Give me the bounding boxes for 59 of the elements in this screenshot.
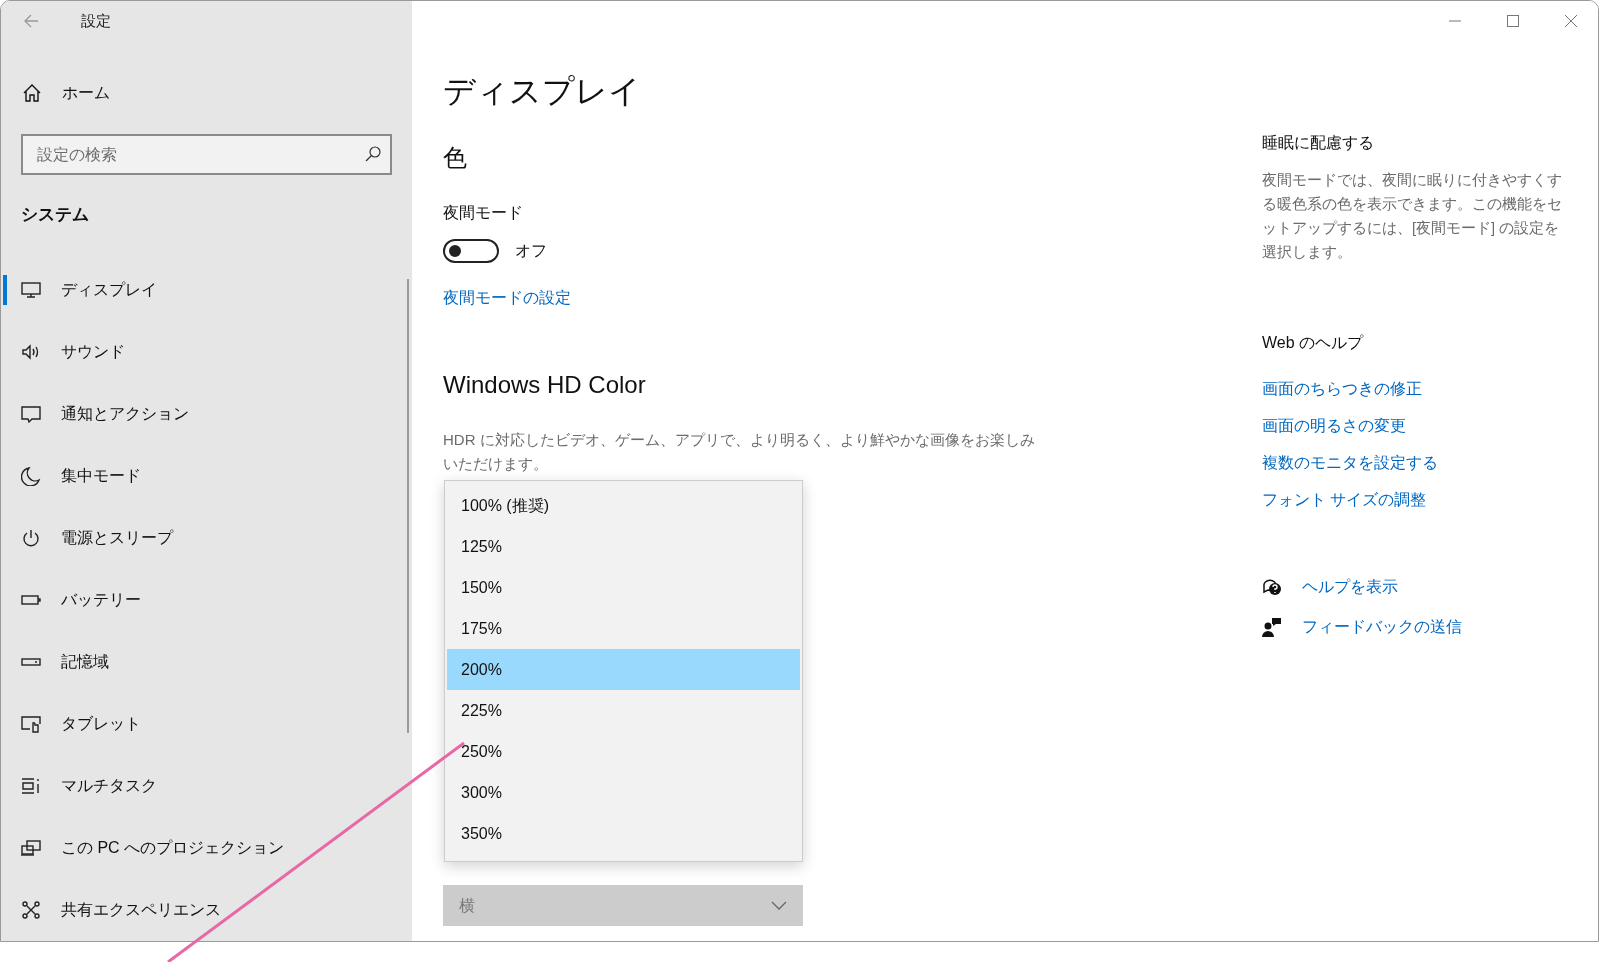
search-field[interactable]: 設定の検索 xyxy=(21,134,392,175)
page-title: ディスプレイ xyxy=(443,72,642,111)
multitask-icon xyxy=(21,776,41,796)
home-link[interactable]: ホーム xyxy=(62,81,110,105)
toggle-label: 夜間モード xyxy=(443,203,524,223)
sidebar-item[interactable]: 共有エクスペリエンス xyxy=(1,879,412,941)
tablet-touch-icon xyxy=(21,714,41,734)
help-link[interactable]: 画面の明るさの変更 xyxy=(1262,417,1406,434)
sidebar-item[interactable]: マルチタスク xyxy=(1,755,412,817)
night-mode-link[interactable]: 夜間モードの設定 xyxy=(443,289,571,306)
close-icon[interactable] xyxy=(1564,14,1578,28)
dropdown-option[interactable]: 200% xyxy=(447,649,800,690)
sidebar-item[interactable]: ディスプレイ xyxy=(1,259,412,321)
help-action-link[interactable]: フィードバックの送信 xyxy=(1302,615,1462,639)
power-icon xyxy=(21,528,41,548)
share-network-icon xyxy=(21,900,41,920)
section-heading: 色 xyxy=(443,143,468,173)
speaker-icon xyxy=(21,342,41,362)
help-link[interactable]: 複数のモニタを設定する xyxy=(1262,454,1438,471)
panel-heading: 睡眠に配慮する xyxy=(1262,133,1375,153)
sidebar-item[interactable]: この PC へのプロジェクション xyxy=(1,817,412,879)
projection-icon xyxy=(21,838,41,858)
sidebar-item[interactable]: バッテリー xyxy=(1,569,412,631)
help-link[interactable]: 画面のちらつきの修正 xyxy=(1262,380,1422,397)
moon-icon xyxy=(21,466,41,486)
dropdown-option[interactable]: 100% (推奨) xyxy=(447,485,800,526)
toggle-state: オフ xyxy=(515,241,547,261)
description-text: 夜間モードでは、夜間に眠りに付きやすくする暖色系の色を表示できます。この機能をセットアップするには、[夜間モード] の設定を選択します。 xyxy=(1262,171,1563,262)
dropdown-option[interactable]: 225% xyxy=(447,690,800,731)
dropdown-option[interactable]: 350% xyxy=(447,813,800,854)
sidebar-item[interactable]: 記憶域 xyxy=(1,631,412,693)
panel-heading: Web のヘルプ xyxy=(1262,333,1365,353)
sidebar-item[interactable]: 電源とスリープ xyxy=(1,507,412,569)
sidebar-item[interactable]: タブレット xyxy=(1,693,412,755)
help-action-link[interactable]: ヘルプを表示 xyxy=(1302,575,1398,599)
sidebar-item[interactable]: 通知とアクション xyxy=(1,383,412,445)
speech-bubble-icon xyxy=(21,404,41,424)
help-link[interactable]: フォント サイズの調整 xyxy=(1262,491,1427,508)
section-heading: システム xyxy=(21,204,90,226)
home-icon[interactable] xyxy=(22,83,42,103)
back-icon[interactable] xyxy=(23,14,39,28)
toggle-switch[interactable] xyxy=(443,239,499,263)
search-icon[interactable] xyxy=(364,145,382,163)
chevron-icon xyxy=(771,900,787,911)
dropdown-option[interactable]: 250% xyxy=(447,731,800,772)
feedback-person-icon xyxy=(1262,617,1282,637)
scrollbar[interactable] xyxy=(407,279,409,733)
monitor-icon xyxy=(21,280,41,300)
help-chat-icon xyxy=(1262,577,1282,597)
sidebar-item[interactable]: 集中モード xyxy=(1,445,412,507)
dropdown-option[interactable]: 175% xyxy=(447,608,800,649)
dropdown-option[interactable]: 125% xyxy=(447,526,800,567)
window-title: 設定 xyxy=(81,10,111,31)
sidebar-item[interactable]: サウンド xyxy=(1,321,412,383)
description-text: HDR に対応したビデオ、ゲーム、アプリで、より明るく、より鮮やかな画像をお楽しみいただけます。 xyxy=(443,430,1036,474)
maximize-icon[interactable] xyxy=(1506,14,1520,28)
dropdown-option[interactable]: 150% xyxy=(447,567,800,608)
section-heading: Windows HD Color xyxy=(443,370,647,400)
dropdown-option[interactable]: 300% xyxy=(447,772,800,813)
